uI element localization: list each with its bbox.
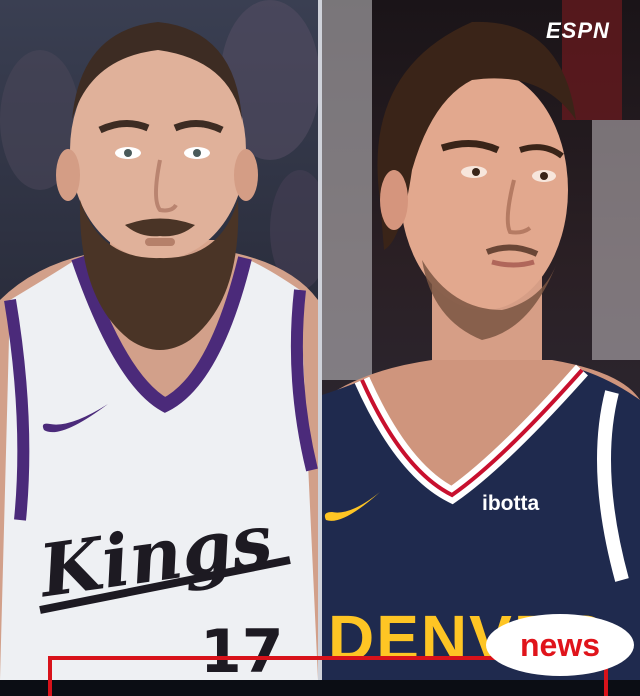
- left-player-photo: Kings 17: [0, 0, 318, 680]
- right-player-illustration: ibotta DENVER: [322, 0, 640, 680]
- news-badge[interactable]: news: [486, 614, 634, 676]
- sponsor-patch: ibotta: [482, 492, 539, 515]
- espn-logo: ESPN: [546, 18, 610, 43]
- news-badge-label: news: [519, 626, 601, 663]
- left-player-illustration: Kings 17: [0, 0, 318, 680]
- right-player-photo: ibotta DENVER: [322, 0, 640, 680]
